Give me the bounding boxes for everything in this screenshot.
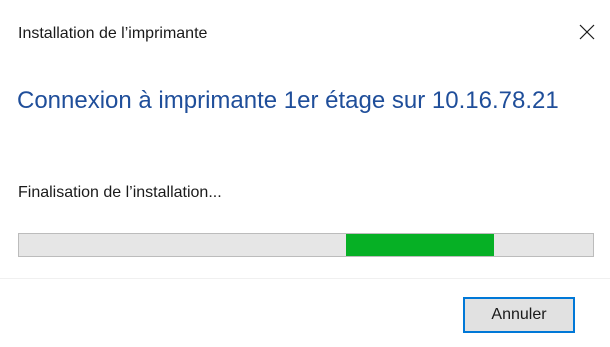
cancel-button-label: Annuler xyxy=(465,299,573,331)
status-text: Finalisation de l’installation... xyxy=(18,184,222,201)
window-title: Installation de l’imprimante xyxy=(18,25,208,42)
close-button[interactable] xyxy=(564,10,610,54)
cancel-button[interactable]: Annuler xyxy=(463,297,575,333)
page-heading: Connexion à imprimante 1er étage sur 10.… xyxy=(17,87,559,114)
close-icon xyxy=(578,23,596,41)
progress-bar-fill xyxy=(346,234,494,256)
footer-divider xyxy=(0,278,610,279)
title-bar: Installation de l’imprimante xyxy=(0,0,610,70)
progress-bar xyxy=(18,233,594,257)
printer-install-dialog: Installation de l’imprimante Connexion à… xyxy=(0,0,610,347)
